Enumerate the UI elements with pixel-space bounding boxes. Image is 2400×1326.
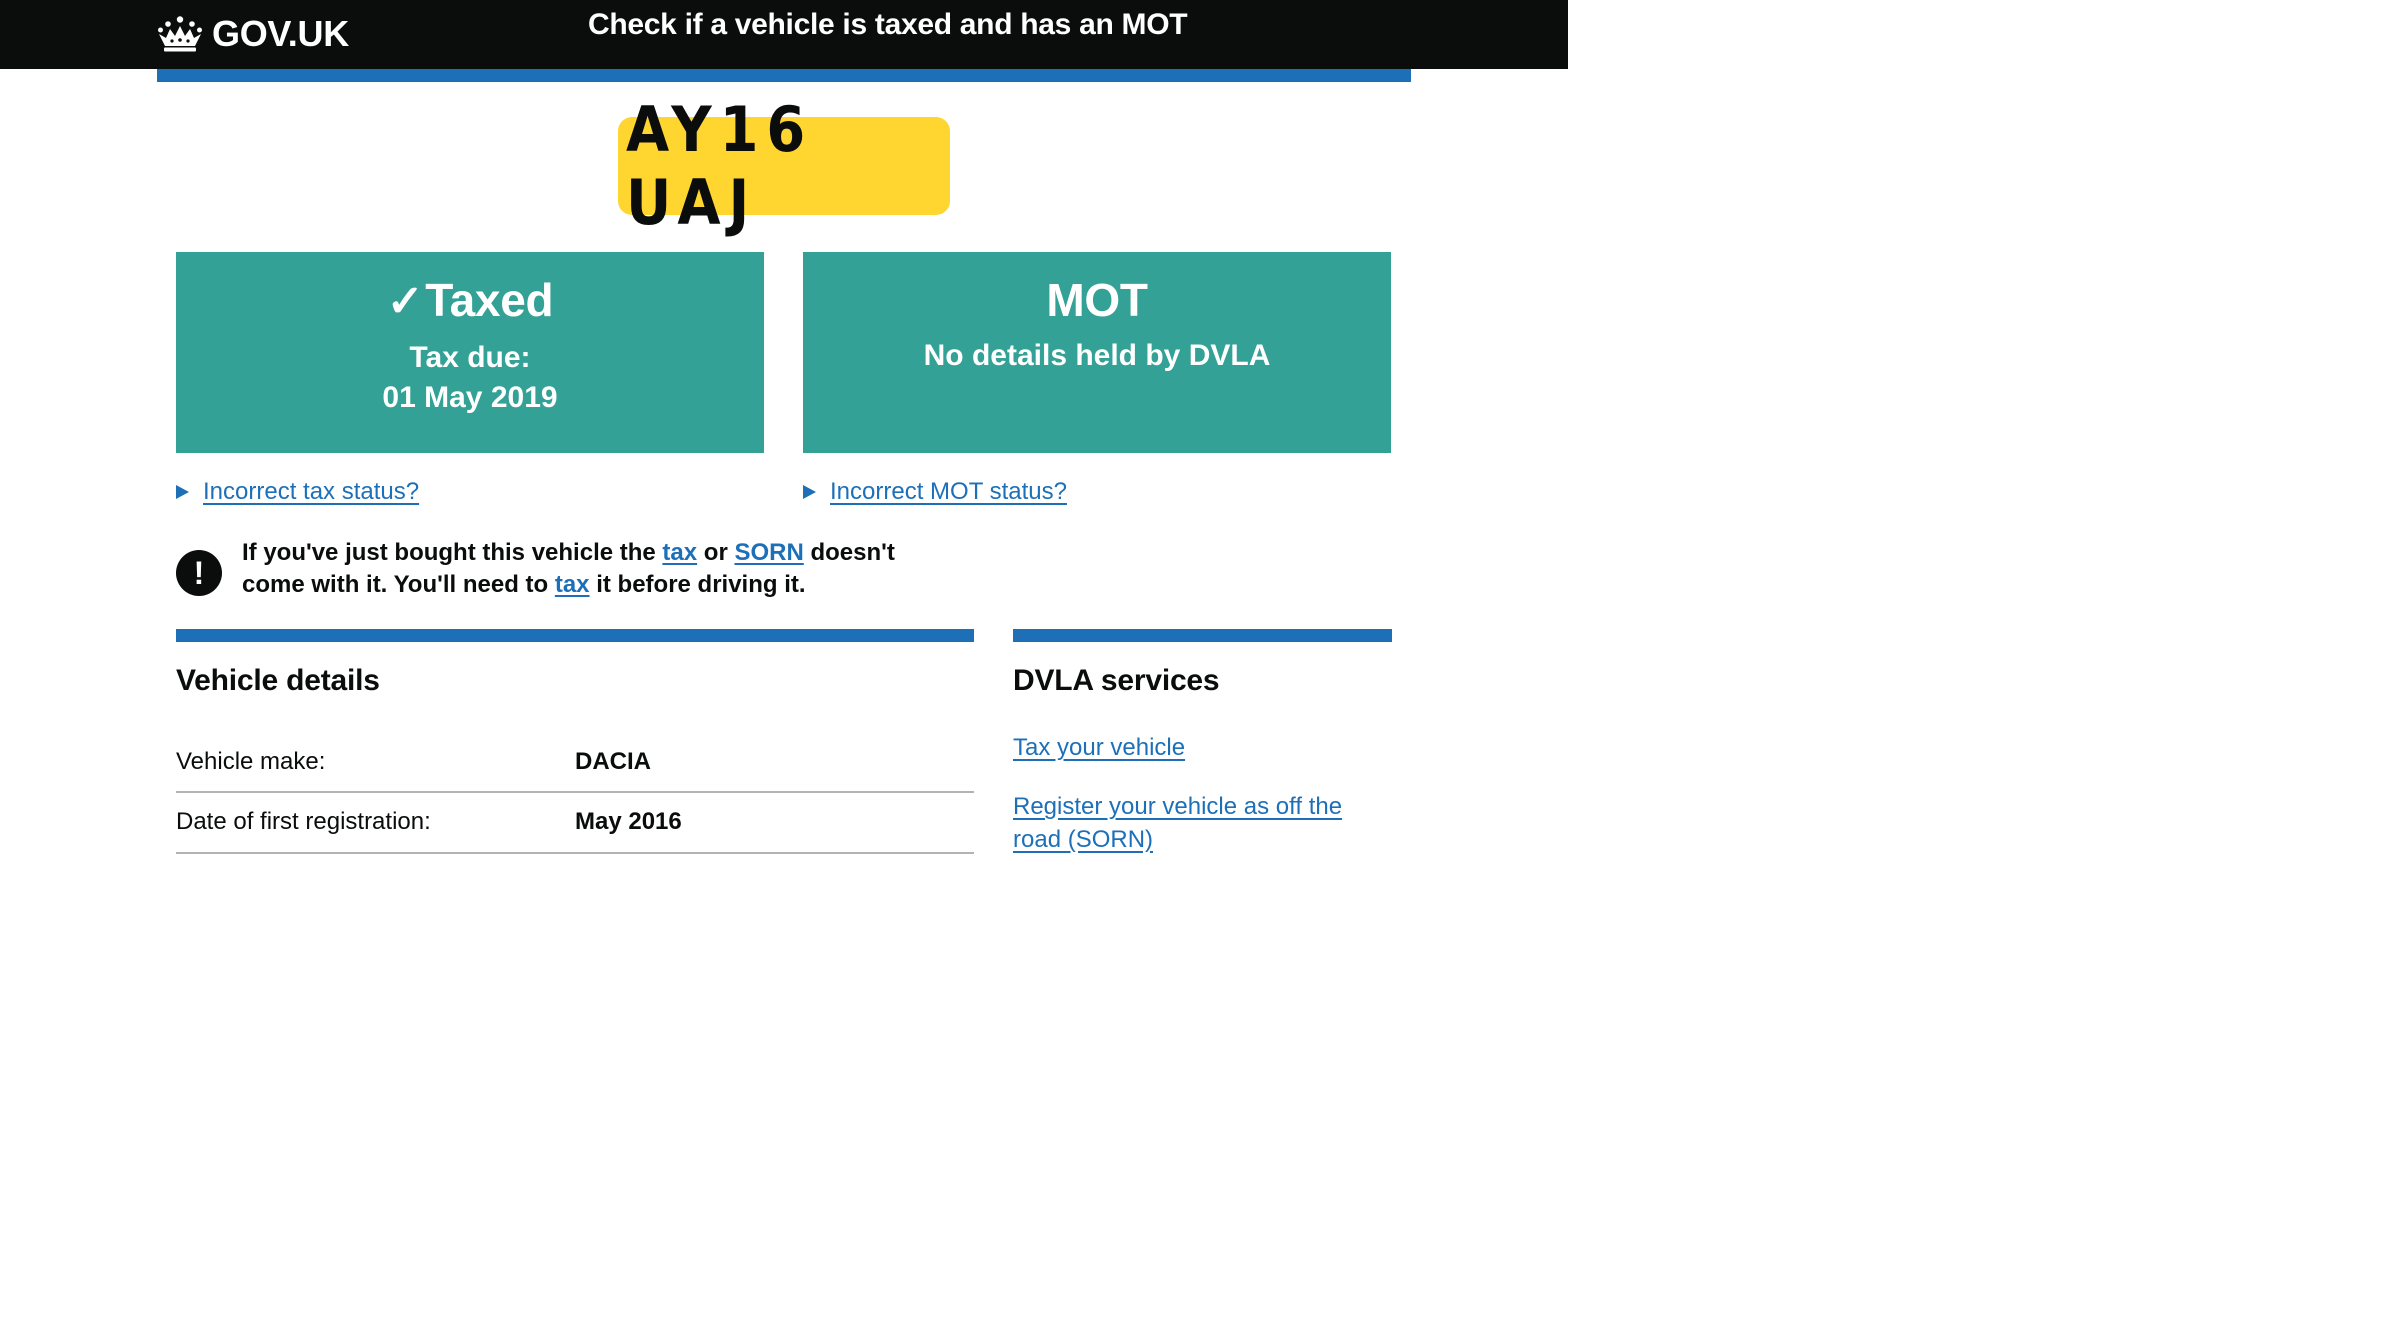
- first-registration-row: Date of first registration: May 2016: [176, 793, 974, 854]
- tax-status-label: Taxed: [425, 274, 554, 326]
- warning-text-part: If you've just bought this vehicle the: [242, 539, 663, 566]
- crown-icon: [158, 16, 202, 52]
- first-registration-value: May 2016: [575, 808, 682, 835]
- sorn-link[interactable]: SORN: [734, 539, 803, 566]
- warning-icon: !: [176, 550, 222, 596]
- tax-due-date: 01 May 2019: [382, 381, 558, 414]
- mot-status-title: MOT: [1046, 274, 1148, 326]
- mot-status-panel: MOT No details held by DVLA: [803, 252, 1391, 453]
- header-blue-rule: [157, 69, 1411, 82]
- triangle-right-icon: [176, 485, 189, 499]
- first-registration-label: Date of first registration:: [176, 808, 431, 835]
- warning-text-part: it before driving it.: [589, 571, 806, 598]
- registration-plate: AY16 UAJ: [618, 93, 950, 239]
- dvla-services-heading: DVLA services: [1013, 664, 1220, 697]
- tax-your-vehicle-link[interactable]: Tax your vehicle: [1013, 731, 1185, 764]
- register-sorn-link[interactable]: Register your vehicle as off the road (S…: [1013, 790, 1373, 856]
- vehicle-make-label: Vehicle make:: [176, 748, 326, 775]
- triangle-right-icon: [803, 485, 816, 499]
- tax-link-2[interactable]: tax: [555, 571, 590, 598]
- tax-link[interactable]: tax: [662, 539, 697, 566]
- vehicle-make-value: DACIA: [575, 748, 651, 775]
- warning-text: ! If you've just bought this vehicle the…: [176, 537, 976, 601]
- check-icon: ✓: [386, 277, 424, 326]
- incorrect-tax-status-link[interactable]: Incorrect tax status?: [203, 478, 419, 506]
- incorrect-mot-status-link[interactable]: Incorrect MOT status?: [830, 478, 1067, 506]
- vehicle-details-rule: [176, 629, 974, 642]
- tax-status-title: ✓Taxed: [176, 274, 764, 328]
- tax-status-panel: ✓Taxed Tax due: 01 May 2019: [176, 252, 764, 453]
- govuk-logo-text: GOV.UK: [212, 13, 349, 54]
- incorrect-tax-status-toggle[interactable]: Incorrect tax status?: [176, 478, 419, 506]
- site-header: GOV.UK Check if a vehicle is taxed and h…: [0, 0, 1568, 69]
- warning-message: If you've just bought this vehicle the t…: [242, 537, 962, 601]
- incorrect-mot-status-toggle[interactable]: Incorrect MOT status?: [803, 478, 1067, 506]
- service-name[interactable]: Check if a vehicle is taxed and has an M…: [588, 8, 1188, 42]
- vehicle-make-row: Vehicle make: DACIA: [176, 732, 974, 793]
- tax-due-label: Tax due:: [409, 341, 531, 374]
- mot-status-detail: No details held by DVLA: [923, 339, 1271, 372]
- vehicle-details-heading: Vehicle details: [176, 664, 380, 697]
- warning-text-part: or: [697, 539, 735, 566]
- govuk-home-link[interactable]: GOV.UK: [157, 12, 349, 56]
- dvla-services-rule: [1013, 629, 1392, 642]
